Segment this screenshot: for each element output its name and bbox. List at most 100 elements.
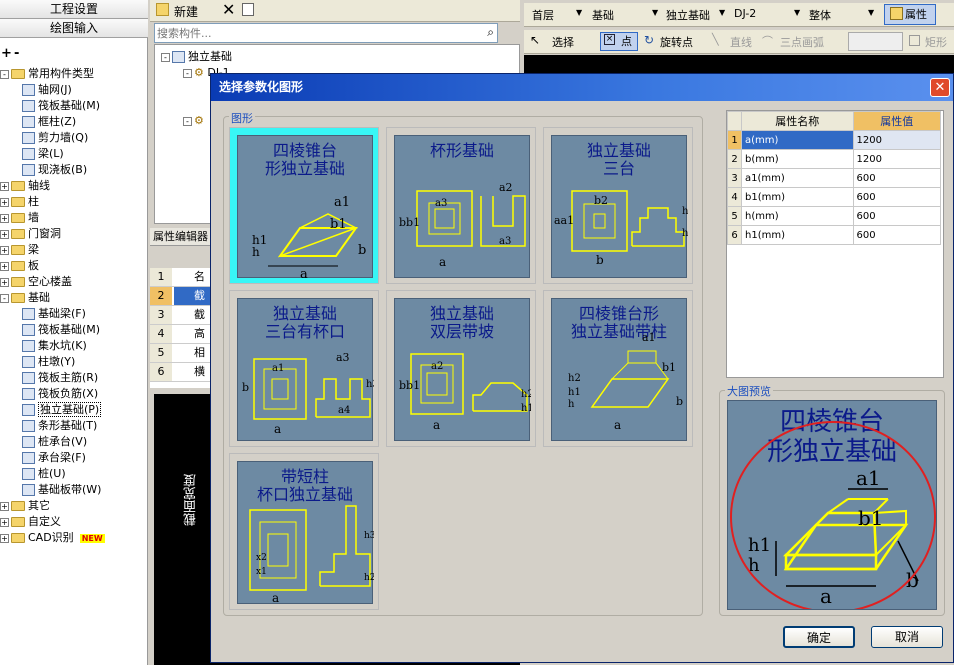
tree-item[interactable]: 独立基础(P)	[22, 402, 102, 418]
param-value[interactable]: 1200	[852, 130, 942, 150]
parameter-row[interactable]: 5 h(mm) 600	[727, 206, 942, 226]
expand-toggle-icon[interactable]: +	[0, 181, 9, 191]
tree-item[interactable]: 筏板负筋(X)	[22, 386, 98, 402]
property-row[interactable]: 1名	[150, 268, 210, 287]
arc-button[interactable]: 三点画弧	[780, 34, 824, 50]
tree-item[interactable]: + 自定义	[0, 514, 61, 530]
expand-toggle-icon[interactable]: -	[0, 293, 9, 303]
line-button[interactable]: 直线	[730, 34, 752, 50]
expand-toggle-icon[interactable]: +	[0, 501, 9, 511]
property-row[interactable]: 5相	[150, 344, 210, 363]
copy-icon[interactable]	[242, 3, 254, 16]
drawing-input-button[interactable]: 绘图输入	[0, 19, 148, 38]
tree-item[interactable]: + 柱	[0, 194, 39, 210]
ok-button[interactable]: 确定	[783, 626, 855, 648]
shape-option[interactable]: 杯形基础 a bb1 a3 a2 a3	[386, 127, 536, 284]
parameter-row[interactable]: 4 b1(mm) 600	[727, 187, 942, 207]
rect-button[interactable]: 矩形	[925, 34, 947, 50]
tree-item[interactable]: 筏板基础(M)	[22, 322, 100, 338]
tree-item[interactable]: 轴网(J)	[22, 82, 72, 98]
tree-item[interactable]: + 空心楼盖	[0, 274, 72, 290]
tree-item[interactable]: 条形基础(T)	[22, 418, 97, 434]
close-icon[interactable]: ✕	[930, 78, 950, 97]
property-row[interactable]: 3截	[150, 306, 210, 325]
scope-select[interactable]: 整体	[809, 7, 831, 23]
tree-item[interactable]: + 板	[0, 258, 39, 274]
arc-option-select[interactable]	[848, 32, 903, 51]
property-row[interactable]: 4高	[150, 325, 210, 344]
shape-option[interactable]: 四棱锥台形 独立基础带柱 a a1 b1 b h2 h1 h	[543, 290, 693, 447]
rotate-point-button[interactable]: 旋转点	[660, 34, 693, 50]
expand-toggle-icon[interactable]: +	[0, 213, 9, 223]
chevron-down-icon[interactable]: ▼	[576, 8, 582, 17]
drawing-canvas-left[interactable]: 截面宽度	[154, 394, 210, 665]
expand-toggle-icon[interactable]: +	[0, 533, 9, 543]
property-row[interactable]: 6横	[150, 363, 210, 382]
parameter-row[interactable]: 6 h1(mm) 600	[727, 225, 942, 245]
delete-icon[interactable]: ✕	[222, 0, 235, 19]
chevron-down-icon[interactable]: ▼	[652, 8, 658, 17]
shape-option[interactable]: 独立基础 双层带坡 a a2 bb1 h2 h1	[386, 290, 536, 447]
tree-item[interactable]: 承台梁(F)	[22, 450, 86, 466]
tree-item[interactable]: + 其它	[0, 498, 50, 514]
shape-option[interactable]: 带短柱 杯口独立基础 a x2 x1 h3 h2	[229, 453, 379, 610]
property-row[interactable]: 2截	[150, 287, 210, 306]
tree-item[interactable]: + 墙	[0, 210, 39, 226]
param-value[interactable]: 600	[852, 206, 942, 226]
new-button[interactable]: 新建	[174, 3, 198, 20]
param-value[interactable]: 600	[852, 187, 942, 207]
param-value[interactable]: 600	[852, 225, 942, 245]
tree-item[interactable]: + 轴线	[0, 178, 50, 194]
search-icon[interactable]: ⌕	[487, 25, 494, 40]
tree-item[interactable]: 基础梁(F)	[22, 306, 86, 322]
shape-option[interactable]: 四棱锥台 形独立基础 a a1 b1 b h1 h	[229, 127, 379, 284]
expand-toggle-icon[interactable]: +	[0, 245, 9, 255]
param-value[interactable]: 600	[852, 168, 942, 188]
shape-option[interactable]: 独立基础三台bb2aa1h3h1	[543, 127, 693, 284]
tree-item[interactable]: - 基础	[0, 290, 50, 306]
expand-toggle-icon[interactable]: +	[0, 277, 9, 287]
expand-toggle-icon[interactable]: +	[0, 517, 9, 527]
parameter-row[interactable]: 3 a1(mm) 600	[727, 168, 942, 188]
tree-item[interactable]: 梁(L)	[22, 146, 64, 162]
tree-item-label: 筏板负筋(X)	[38, 387, 99, 400]
category-select[interactable]: 基础	[592, 7, 614, 23]
select-button[interactable]: 选择	[552, 34, 574, 50]
tree-item[interactable]: + 梁	[0, 242, 39, 258]
tree-item[interactable]: 现浇板(B)	[22, 162, 87, 178]
tree-root-label[interactable]: 独立基础	[188, 50, 232, 63]
expand-toggle-icon[interactable]: +	[0, 197, 9, 207]
tree-item[interactable]: 筏板基础(M)	[22, 98, 100, 114]
param-value[interactable]: 1200	[852, 149, 942, 169]
shape-option[interactable]: 独立基础三台有杯口aa1ba3a4h3	[229, 290, 379, 447]
search-box[interactable]: ⌕	[154, 23, 498, 43]
type-select[interactable]: 独立基础	[666, 7, 710, 23]
tree-item[interactable]: + CAD识别 NEW	[0, 530, 105, 546]
tree-item[interactable]: 柱墩(Y)	[22, 354, 75, 370]
expand-toggle-icon[interactable]: -	[0, 69, 9, 79]
expand-toggle-icon[interactable]: +	[0, 261, 9, 271]
parameter-row[interactable]: 1 a(mm) 1200	[727, 130, 942, 150]
tree-item[interactable]: 筏板主筋(R)	[22, 370, 98, 386]
expand-toggle-icon[interactable]: +	[0, 229, 9, 239]
tree-item[interactable]: 桩(U)	[22, 466, 66, 482]
cancel-button[interactable]: 取消	[871, 626, 943, 648]
tree-item[interactable]: - 常用构件类型	[0, 66, 94, 82]
collapse-all-icon[interactable]: -	[14, 46, 19, 61]
parameter-row[interactable]: 2 b(mm) 1200	[727, 149, 942, 169]
tree-item[interactable]: 集水坑(K)	[22, 338, 87, 354]
tree-item[interactable]: 剪力墙(Q)	[22, 130, 88, 146]
floor-select[interactable]: 首层	[532, 7, 554, 23]
chevron-down-icon[interactable]: ▼	[719, 8, 725, 17]
search-input[interactable]	[155, 24, 473, 42]
project-settings-button[interactable]: 工程设置	[0, 0, 148, 19]
drawing-canvas-top[interactable]	[524, 55, 954, 75]
tree-item[interactable]: + 门窗洞	[0, 226, 61, 242]
tree-item[interactable]: 桩承台(V)	[22, 434, 87, 450]
expand-all-icon[interactable]: +	[1, 46, 12, 61]
tree-item[interactable]: 框柱(Z)	[22, 114, 76, 130]
chevron-down-icon[interactable]: ▼	[868, 8, 874, 17]
tree-item[interactable]: 基础板带(W)	[22, 482, 101, 498]
chevron-down-icon[interactable]: ▼	[794, 8, 800, 17]
name-select[interactable]: DJ-2	[734, 7, 756, 20]
